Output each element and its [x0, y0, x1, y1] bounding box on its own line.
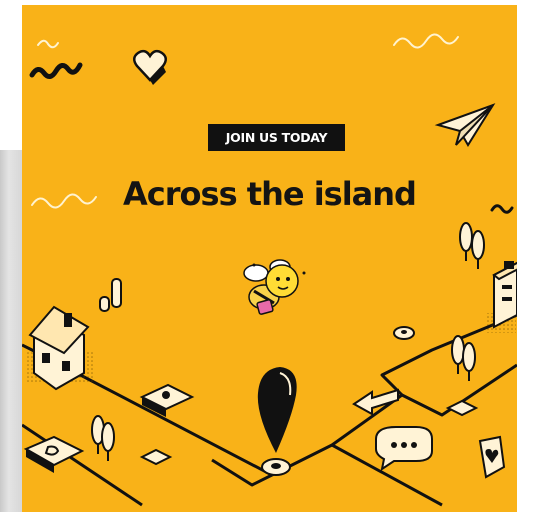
disc-icon: [393, 326, 415, 340]
location-pin-icon: [257, 367, 297, 476]
screenshot: JOIN US TODAY Across the island: [0, 0, 538, 512]
ticket-card-icon: [23, 435, 85, 473]
isometric-island-illustration: [22, 33, 517, 507]
arrow-sign-icon: [352, 388, 399, 416]
building-icon: [486, 261, 517, 333]
bee-mascot-icon: [243, 259, 306, 315]
heart-icon: [133, 49, 167, 85]
background-photo-edge: [0, 150, 22, 512]
chat-bubble-icon: [375, 426, 433, 472]
join-us-badge[interactable]: JOIN US TODAY: [208, 124, 345, 151]
tree-icon: [91, 222, 485, 461]
house-icon: [26, 305, 94, 391]
promo-banner[interactable]: JOIN US TODAY Across the island: [22, 5, 517, 512]
heart-card-icon: [478, 435, 506, 479]
page-title: Across the island: [123, 175, 417, 213]
paper-plane-icon: [434, 103, 496, 147]
coin-stack-icon: [99, 278, 122, 312]
